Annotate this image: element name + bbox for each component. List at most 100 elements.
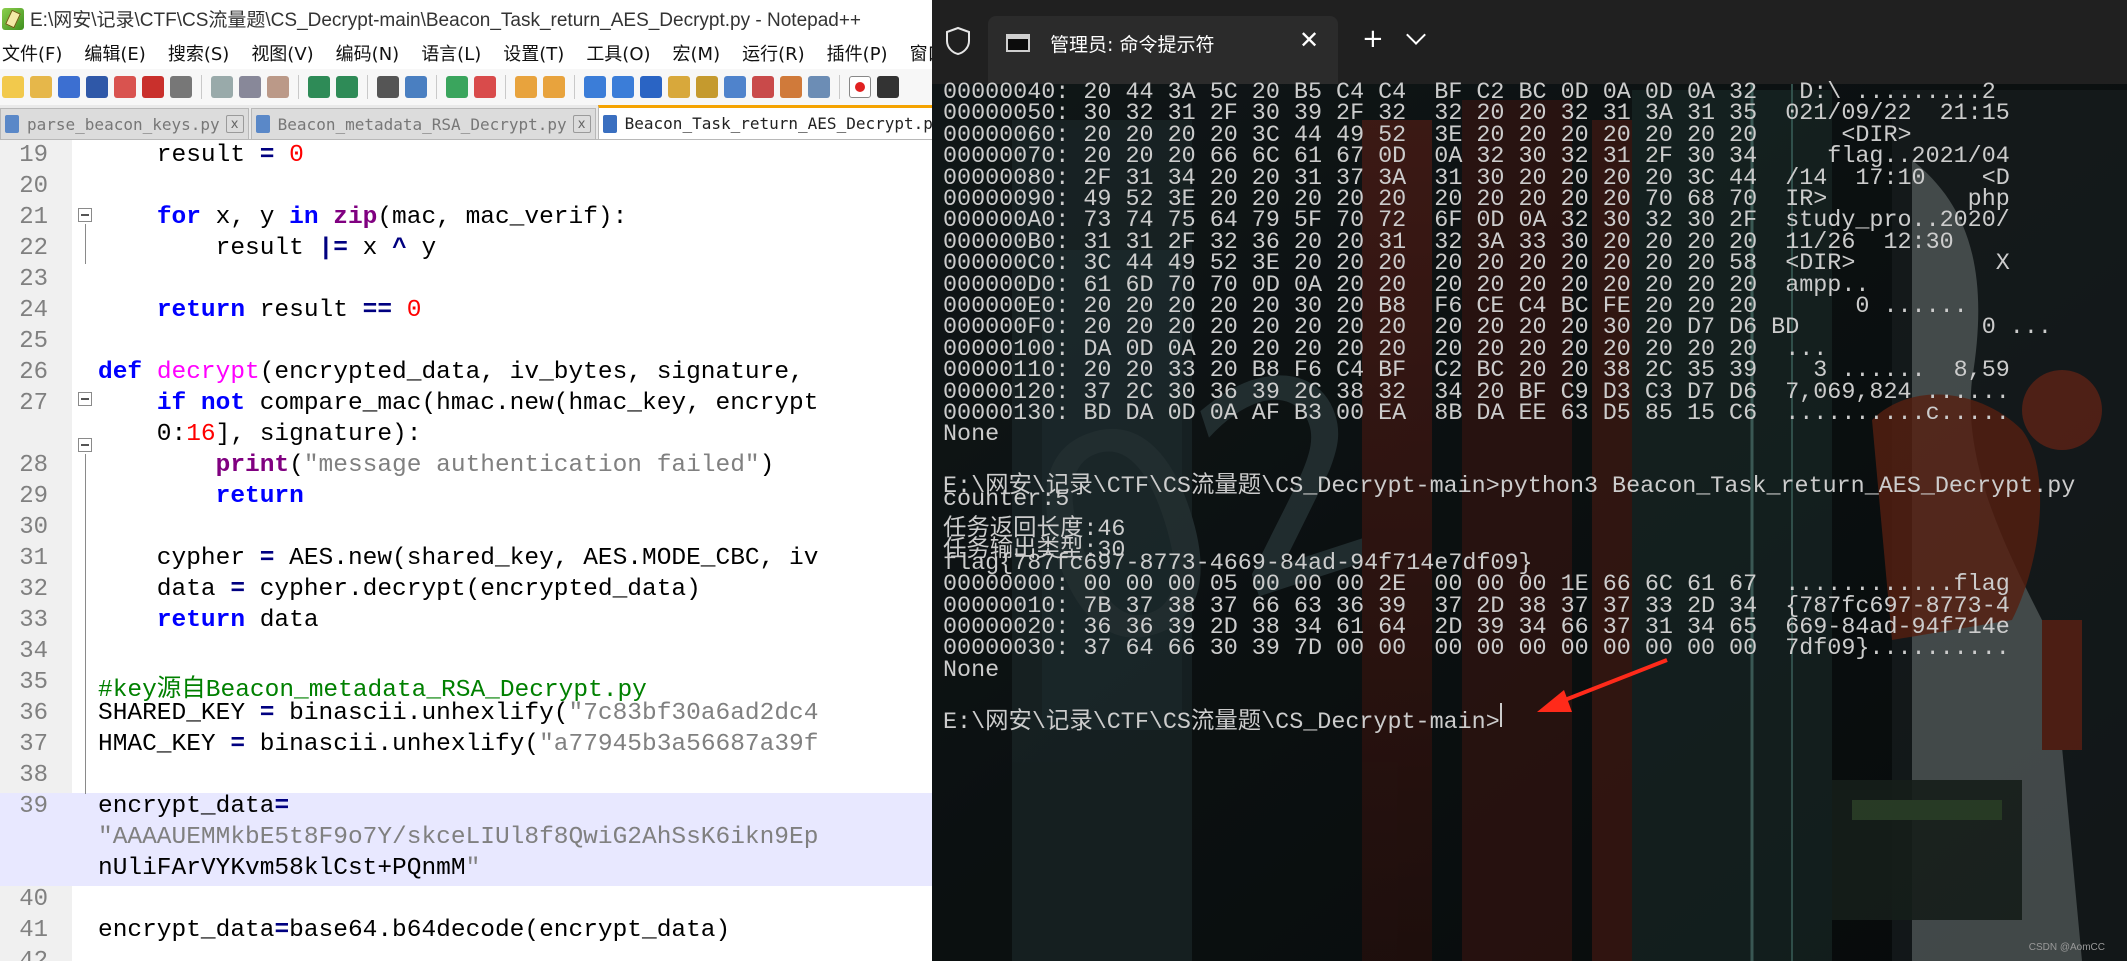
code-line: 19 result = 0 xyxy=(0,142,932,173)
menu-macro[interactable]: 宏(M) xyxy=(673,40,721,66)
code-line: 35 #key源自Beacon_metadata_RSA_Decrypt.py xyxy=(0,669,932,704)
toolbar-separator xyxy=(505,75,506,99)
code-line: 26 def decrypt(encrypted_data, iv_bytes, … xyxy=(0,359,932,390)
menu-language[interactable]: 语言(L) xyxy=(421,40,481,66)
redo-icon[interactable] xyxy=(336,76,358,98)
menu-edit[interactable]: 编辑(E) xyxy=(84,40,145,66)
terminal-window: 02 管理员: 命令提示符 ✕ + 00000040: 20 44 3A 5C … xyxy=(932,0,2127,961)
menu-run[interactable]: 运行(R) xyxy=(742,40,805,66)
function-list-icon[interactable] xyxy=(752,76,774,98)
code-line: 29 return xyxy=(0,483,932,514)
open-file-icon[interactable] xyxy=(30,76,52,98)
code-line: 39 encrypt_data= xyxy=(0,793,932,824)
menu-settings[interactable]: 设置(T) xyxy=(503,40,564,66)
red-arrow-annotation xyxy=(1537,658,1668,712)
record-macro-icon[interactable] xyxy=(849,76,871,98)
code-line: "AAAAUEMMkbE5t8F9o7Y/skceLIUl8f8QwiG2AhS… xyxy=(0,824,932,855)
menu-window[interactable]: 窗口( xyxy=(910,40,932,66)
copy-icon[interactable] xyxy=(239,76,261,98)
fold-marker-icon[interactable] xyxy=(78,392,92,406)
folder-workspace-icon[interactable] xyxy=(780,76,802,98)
line-number: 21 xyxy=(19,204,48,231)
sync-v-icon[interactable] xyxy=(515,76,537,98)
code-line: 30 xyxy=(0,514,932,545)
code-line: 0:16], signature): xyxy=(0,421,932,452)
line-number: 27 xyxy=(19,390,48,417)
stop-record-icon[interactable] xyxy=(877,76,899,98)
menu-plugins[interactable]: 插件(P) xyxy=(827,40,888,66)
print-icon[interactable] xyxy=(170,76,192,98)
show-all-chars-icon[interactable] xyxy=(612,76,634,98)
tab-parse-beacon-keys[interactable]: parse_beacon_keys.py x xyxy=(0,108,249,139)
menu-file[interactable]: 文件(F) xyxy=(2,40,62,66)
line-number: 34 xyxy=(19,638,48,665)
tab-beacon-task-return[interactable]: Beacon_Task_return_AES_Decrypt.py x xyxy=(597,105,932,139)
window-title: E:\网安\记录\CTF\CS流量题\CS_Decrypt-main\Beaco… xyxy=(30,10,862,31)
toolbar-separator xyxy=(839,75,840,99)
code-line: 21 for x, y in zip(mac, mac_verif): xyxy=(0,204,932,235)
code-line: 41 encrypt_data=base64.b64decode(encrypt_… xyxy=(0,917,932,948)
code-text: return data xyxy=(156,607,319,634)
word-wrap-icon[interactable] xyxy=(584,76,606,98)
close-all-icon[interactable] xyxy=(142,76,164,98)
new-file-icon[interactable] xyxy=(2,76,24,98)
save-all-icon[interactable] xyxy=(86,76,108,98)
fold-marker-icon[interactable] xyxy=(78,208,92,222)
undo-icon[interactable] xyxy=(308,76,330,98)
tab-beacon-metadata[interactable]: Beacon_metadata_RSA_Decrypt.py x xyxy=(250,108,596,139)
cut-icon[interactable] xyxy=(211,76,233,98)
code-text: #key源自Beacon_metadata_RSA_Decrypt.py xyxy=(98,677,647,704)
paste-icon[interactable] xyxy=(267,76,289,98)
doc-list-icon[interactable] xyxy=(724,76,746,98)
monitoring-icon[interactable] xyxy=(808,76,830,98)
notepadpp-icon xyxy=(2,7,24,30)
menu-encoding[interactable]: 编码(N) xyxy=(336,40,400,66)
code-line: 20 xyxy=(0,173,932,204)
code-editor[interactable]: 19 result = 0 20 21 for x, y in zip(mac, m… xyxy=(0,140,932,961)
indent-guide-icon[interactable] xyxy=(640,76,662,98)
code-text: def decrypt(encrypted_data, iv_bytes, si… xyxy=(98,359,804,386)
udl-icon[interactable] xyxy=(668,76,690,98)
menu-view[interactable]: 视图(V) xyxy=(251,40,313,66)
line-number: 37 xyxy=(19,731,48,758)
line-number: 31 xyxy=(19,545,48,572)
line-number: 28 xyxy=(19,452,48,479)
code-line: 23 xyxy=(0,266,932,297)
code-text: result = 0 xyxy=(98,142,304,169)
zoom-out-icon[interactable] xyxy=(474,76,496,98)
code-text: "AAAAUEMMkbE5t8F9o7Y/skceLIUl8f8QwiG2AhS… xyxy=(98,824,819,851)
fold-marker-icon[interactable] xyxy=(78,438,92,452)
close-file-icon[interactable] xyxy=(114,76,136,98)
line-number: 26 xyxy=(19,359,48,386)
code-line: 22 result |= x ^ y xyxy=(0,235,932,266)
line-number: 30 xyxy=(19,514,48,541)
replace-icon[interactable] xyxy=(405,76,427,98)
code-text: for x, y in zip(mac, mac_verif): xyxy=(156,204,628,231)
close-icon[interactable]: x xyxy=(572,115,591,133)
sync-h-icon[interactable] xyxy=(543,76,565,98)
code-text: 0:16], signature): xyxy=(98,421,422,448)
file-icon xyxy=(255,115,270,133)
line-number: 42 xyxy=(0,948,48,961)
code-text: encrypt_data=base64.b64decode(encrypt_da… xyxy=(98,917,731,944)
line-number: 32 xyxy=(19,576,48,603)
code-text: encrypt_data= xyxy=(98,793,290,820)
close-icon[interactable]: x xyxy=(225,115,244,133)
find-icon[interactable] xyxy=(377,76,399,98)
line-number: 33 xyxy=(19,607,48,634)
file-icon xyxy=(5,115,19,133)
code-line: 25 xyxy=(0,328,932,359)
title-bar: E:\网安\记录\CTF\CS流量题\CS_Decrypt-main\Beaco… xyxy=(0,0,932,37)
code-text: if not compare_mac(hmac.new(hmac_key, en… xyxy=(156,390,819,417)
menu-tools[interactable]: 工具(O) xyxy=(586,40,650,66)
code-text: HMAC_KEY = binascii.unhexlify("a77945b3a… xyxy=(98,731,819,758)
save-icon[interactable] xyxy=(58,76,80,98)
doc-map-icon[interactable] xyxy=(696,76,718,98)
zoom-in-icon[interactable] xyxy=(446,76,468,98)
line-number: 22 xyxy=(19,235,48,262)
menu-search[interactable]: 搜索(S) xyxy=(168,40,229,66)
tab-bar: parse_beacon_keys.py x Beacon_metadata_R… xyxy=(0,105,932,140)
fold-line xyxy=(85,454,86,794)
code-text: print("message authentication failed") xyxy=(215,452,775,479)
line-number: 24 xyxy=(19,297,48,324)
